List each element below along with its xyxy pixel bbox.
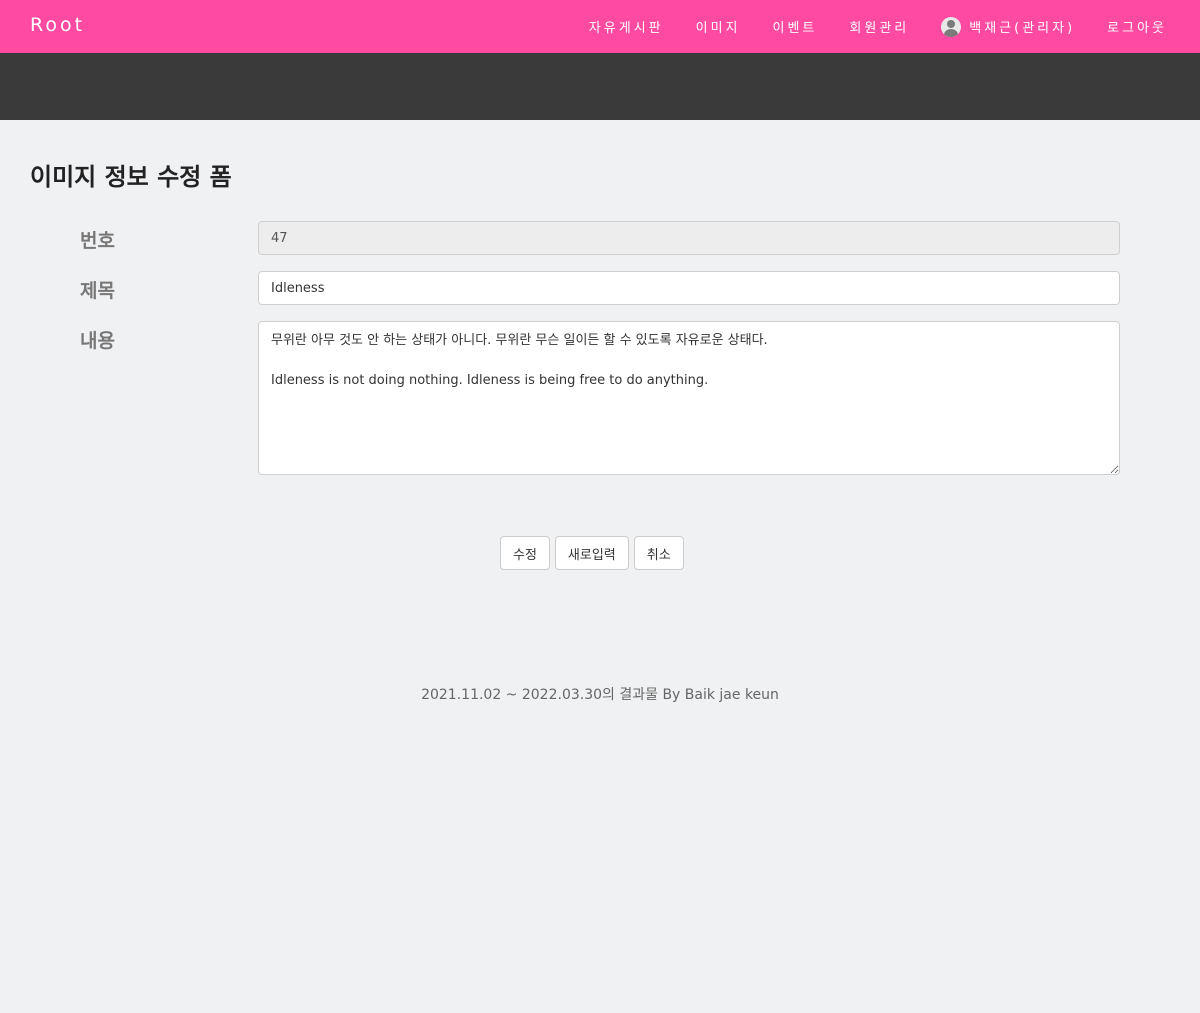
submit-button[interactable]: 수정 [500,536,550,570]
title-label: 제목 [80,280,115,302]
form-button-row: 수정 새로입력 취소 [500,536,689,570]
footer-text: 2021.11.02 ~ 2022.03.30의 결과물 By Baik jae… [421,687,779,703]
nav-free-board[interactable]: 자유게시판 [589,17,664,36]
content-textarea[interactable]: 무위란 아무 것도 안 하는 상태가 아니다. 무위란 무슨 일이든 할 수 있… [258,321,1120,475]
top-navbar: Root 자유게시판 이미지 이벤트 회원관리 백재근(관리자) 로그아웃 [0,0,1200,53]
header-band [0,53,1200,120]
user-avatar-icon [941,16,962,37]
nav-user-profile[interactable]: 백재근(관리자) [941,16,1076,37]
user-name-label: 백재근(관리자) [969,21,1076,36]
nav-logout[interactable]: 로그아웃 [1107,17,1167,36]
number-field: 47 [258,221,1120,255]
title-field[interactable]: Idleness [258,271,1120,305]
content-label: 내용 [80,330,115,352]
nav-event[interactable]: 이벤트 [773,17,818,36]
number-label: 번호 [80,230,115,252]
reset-button[interactable]: 새로입력 [554,536,629,570]
nav-links: 자유게시판 이미지 이벤트 회원관리 백재근(관리자) 로그아웃 [557,0,1167,53]
nav-image[interactable]: 이미지 [696,17,741,36]
cancel-button[interactable]: 취소 [633,536,684,570]
brand-logo-link[interactable]: Root [30,14,85,36]
page-title: 이미지 정보 수정 폼 [30,163,232,191]
nav-member-management[interactable]: 회원관리 [849,17,909,36]
